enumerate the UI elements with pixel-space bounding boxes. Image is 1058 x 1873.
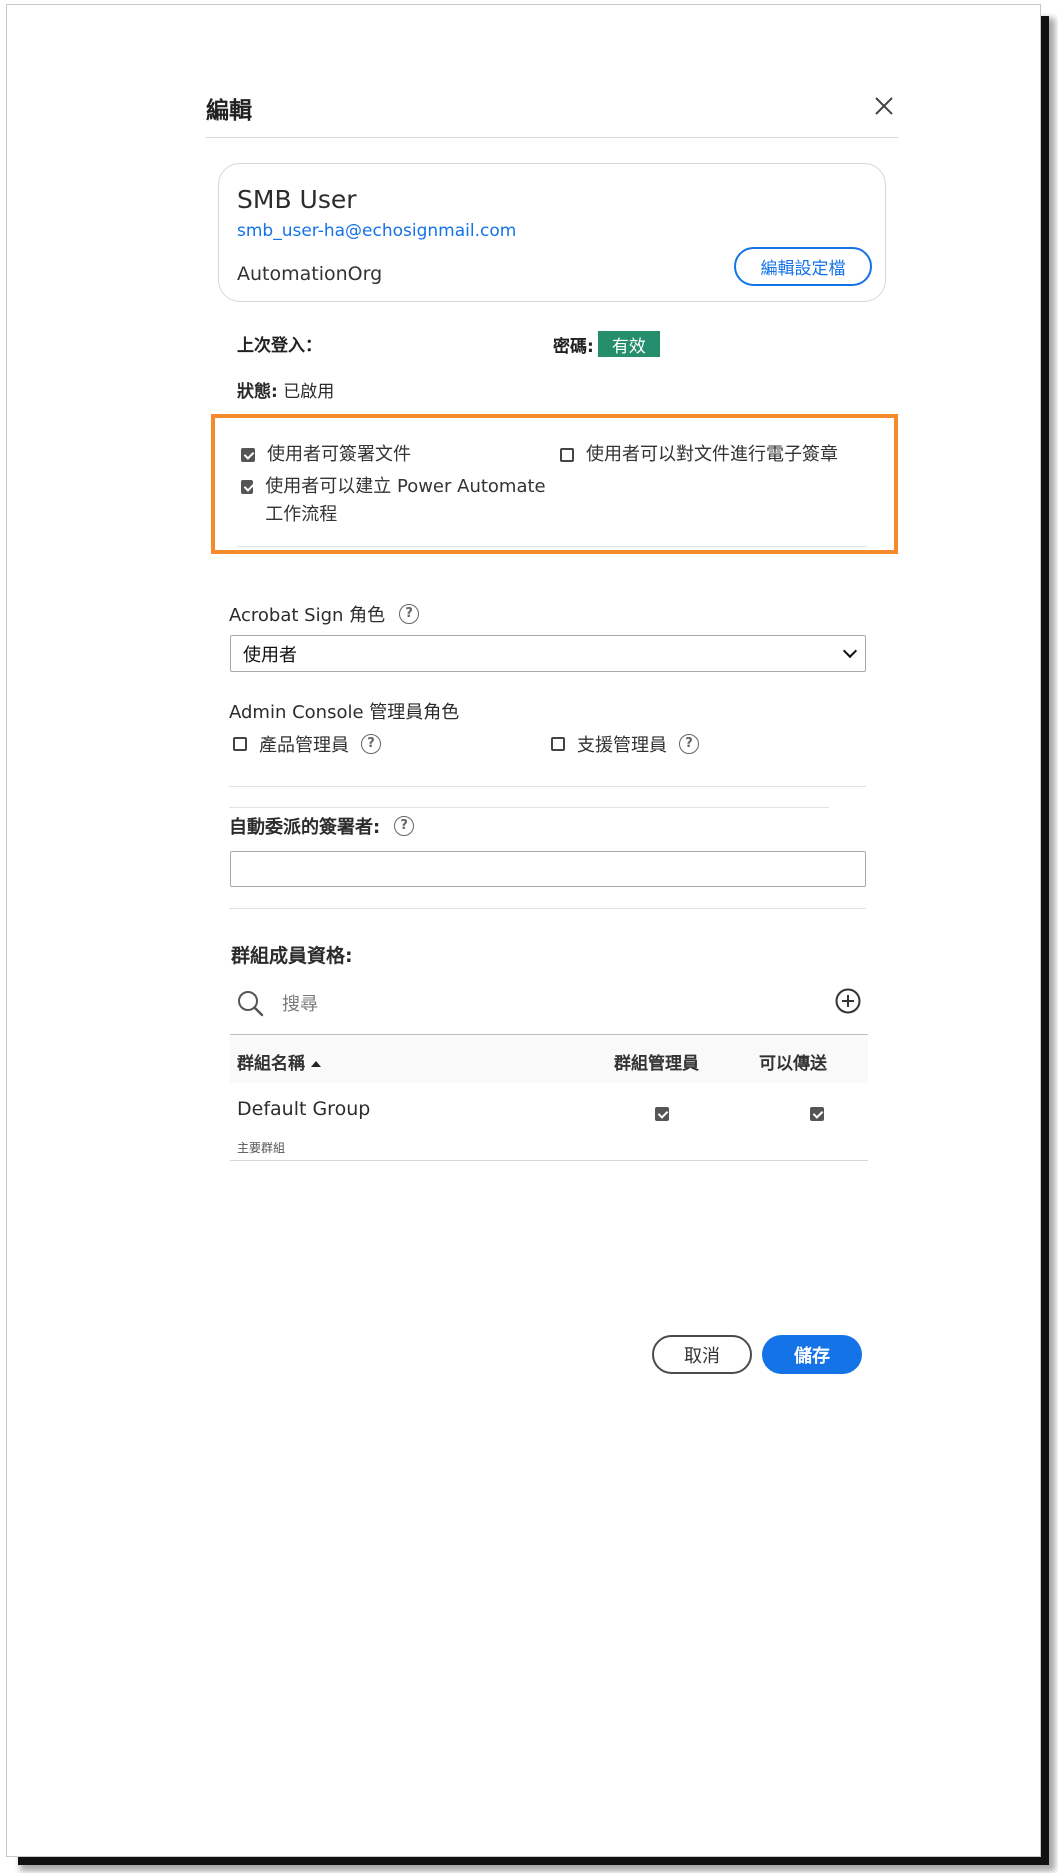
user-email: smb_user-ha@echosignmail.com	[237, 221, 517, 241]
admin-option-label: 支援管理員	[577, 735, 667, 756]
sign-role-select[interactable]: 使用者	[230, 635, 866, 672]
save-button[interactable]: 儲存	[762, 1335, 862, 1374]
checkbox-sign-documents[interactable]	[241, 448, 255, 462]
table-row-divider	[230, 1160, 868, 1161]
add-circle-icon[interactable]	[834, 987, 862, 1015]
group-search-input[interactable]	[282, 991, 802, 1017]
cancel-button[interactable]: 取消	[652, 1335, 752, 1374]
chevron-down-icon	[842, 643, 858, 659]
permissions-divider	[237, 546, 867, 547]
delegate-input[interactable]	[230, 851, 866, 887]
sign-role-label: Acrobat Sign 角色 ?	[229, 601, 420, 627]
sign-role-text: Acrobat Sign 角色	[229, 605, 386, 626]
help-icon[interactable]: ?	[361, 734, 381, 754]
password-badge: 有效	[597, 331, 660, 357]
search-icon	[238, 991, 264, 1017]
help-icon[interactable]: ?	[399, 604, 420, 624]
help-icon[interactable]: ?	[394, 816, 415, 836]
group-row-subtitle: 主要群組	[237, 1141, 286, 1155]
column-header-group-admin: 群組管理員	[614, 1054, 699, 1074]
permission-e-seal[interactable]: 使用者可以對文件進行電子簽章	[560, 441, 838, 469]
checkbox-power-automate[interactable]	[241, 480, 254, 494]
user-org: AutomationOrg	[237, 263, 383, 285]
permission-label: 使用者可簽署文件	[267, 444, 411, 465]
permission-label: 使用者可以建立 Power Automate 工作流程	[265, 476, 546, 525]
checkbox-support-admin[interactable]	[551, 737, 565, 751]
delegate-label: 自動委派的簽署者: ?	[229, 813, 415, 839]
help-icon[interactable]: ?	[679, 734, 699, 754]
edit-profile-button[interactable]: 編輯設定檔	[734, 247, 872, 286]
password-status: 密碼: 有效	[553, 331, 660, 357]
permission-label: 使用者可以對文件進行電子簽章	[586, 444, 838, 465]
close-icon[interactable]	[869, 91, 899, 121]
checkbox-group-admin[interactable]	[655, 1106, 669, 1121]
checkbox-can-send[interactable]	[810, 1106, 825, 1121]
header-divider	[206, 137, 898, 138]
account-status: 狀態: 已啟用	[237, 377, 334, 402]
permission-sign-documents[interactable]: 使用者可簽署文件	[241, 441, 411, 469]
checkbox-e-seal[interactable]	[560, 448, 574, 462]
dialog-title: 編輯	[206, 98, 252, 124]
delegate-text: 自動委派的簽署者:	[229, 817, 381, 838]
status-value: 已啟用	[283, 382, 335, 402]
column-header-group-name[interactable]: 群組名稱	[237, 1049, 321, 1074]
admin-option-product-admin[interactable]: 產品管理員 ?	[233, 731, 381, 757]
admin-option-support-admin[interactable]: 支援管理員 ?	[551, 731, 699, 757]
group-membership-label: 群組成員資格:	[231, 945, 353, 967]
checkbox-product-admin[interactable]	[233, 737, 247, 751]
admin-console-label: Admin Console 管理員角色	[229, 702, 460, 723]
last-login-label: 上次登入：	[237, 336, 322, 356]
section-divider	[229, 908, 866, 909]
sign-role-value: 使用者	[243, 644, 297, 666]
section-divider	[229, 807, 829, 808]
column-header-can-send: 可以傳送	[759, 1054, 827, 1074]
section-divider	[229, 786, 866, 787]
status-label: 狀態:	[237, 382, 278, 402]
dialog-frame: 編輯 SMB User smb_user-ha@echosignmail.com…	[6, 4, 1041, 1857]
group-row-name: Default Group	[237, 1098, 371, 1120]
sort-ascending-icon	[311, 1060, 321, 1067]
admin-option-label: 產品管理員	[259, 735, 349, 756]
permission-power-automate[interactable]: 使用者可以建立 Power Automate 工作流程	[241, 473, 561, 529]
password-label: 密碼:	[553, 336, 594, 357]
column-header-label: 群組名稱	[237, 1054, 305, 1074]
user-name: SMB User	[237, 185, 357, 214]
